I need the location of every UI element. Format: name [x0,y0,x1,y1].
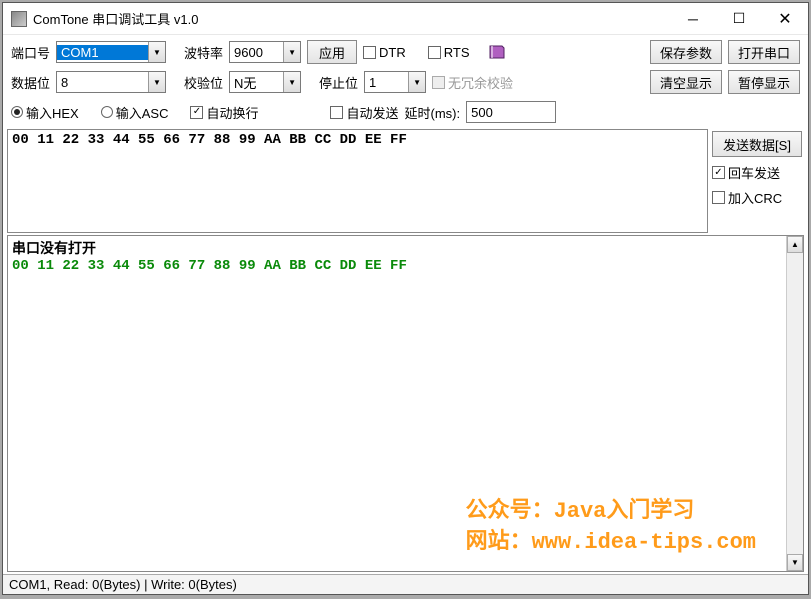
baud-value: 9600 [230,45,283,60]
add-crc-label: 加入CRC [728,188,782,207]
auto-wrap-check[interactable]: ✓ 自动换行 [190,103,258,122]
chevron-down-icon[interactable]: ▼ [283,72,300,92]
delay-input[interactable] [466,101,556,123]
rts-check[interactable]: RTS [428,45,470,60]
recv-status-line: 串口没有打开 [12,238,782,258]
save-params-button[interactable]: 保存参数 [650,40,722,64]
close-button[interactable]: ✕ [762,3,808,34]
send-data-button[interactable]: 发送数据[S] [712,131,802,157]
watermark: 公众号：Java入门学习 网站：www.idea-tips.com [466,497,756,559]
no-redundant-check: 无冗余校验 [432,73,513,92]
send-side: 发送数据[S] ✓ 回车发送 加入CRC [712,129,804,233]
window-title: ComTone 串口调试工具 v1.0 [33,9,670,28]
port-value: COM1 [57,45,148,60]
rts-label: RTS [444,45,470,60]
app-icon [11,11,27,27]
port-combo[interactable]: COM1 ▼ [56,41,166,63]
help-icon[interactable] [488,43,508,61]
recv-data-line: 00 11 22 33 44 55 66 77 88 99 AA BB CC D… [12,258,782,274]
port-label: 端口号 [11,43,50,62]
parity-value: N无 [230,73,283,92]
app-window: ComTone 串口调试工具 v1.0 ─ ☐ ✕ 端口号 COM1 ▼ 波特率… [2,2,809,595]
config-row-2: 数据位 8 ▼ 校验位 N无 ▼ 停止位 1 ▼ 无冗余校验 清空显示 [11,69,800,95]
stopbits-value: 1 [365,75,408,90]
maximize-button[interactable]: ☐ [716,3,762,34]
checkbox-icon [330,106,343,119]
chevron-down-icon[interactable]: ▼ [283,42,300,62]
enter-send-label: 回车发送 [728,163,780,182]
baud-combo[interactable]: 9600 ▼ [229,41,301,63]
recv-textarea[interactable]: 串口没有打开 00 11 22 33 44 55 66 77 88 99 AA … [8,236,786,571]
no-redundant-label: 无冗余校验 [448,73,513,92]
minimize-button[interactable]: ─ [670,3,716,34]
checkbox-icon [432,76,445,89]
open-port-button[interactable]: 打开串口 [728,40,800,64]
scroll-down-icon[interactable]: ▼ [787,554,803,571]
dtr-check[interactable]: DTR [363,45,406,60]
radio-icon [101,106,113,118]
input-asc-radio[interactable]: 输入ASC [101,103,169,122]
checkbox-icon [712,191,725,204]
status-text: COM1, Read: 0(Bytes) | Write: 0(Bytes) [9,577,237,592]
scrollbar[interactable]: ▲ ▼ [786,236,803,571]
add-crc-check[interactable]: 加入CRC [712,188,804,207]
clear-display-button[interactable]: 清空显示 [650,70,722,94]
checkbox-icon: ✓ [190,106,203,119]
chevron-down-icon[interactable]: ▼ [408,72,425,92]
recv-panel: 串口没有打开 00 11 22 33 44 55 66 77 88 99 AA … [7,235,804,572]
window-controls: ─ ☐ ✕ [670,3,808,34]
chevron-down-icon[interactable]: ▼ [148,42,165,62]
enter-send-check[interactable]: ✓ 回车发送 [712,163,804,182]
dtr-label: DTR [379,45,406,60]
pause-display-button[interactable]: 暂停显示 [728,70,800,94]
auto-send-label: 自动发送 [346,103,398,122]
config-row-3: 输入HEX 输入ASC ✓ 自动换行 自动发送 延时(ms): [11,99,800,125]
panels: 00 11 22 33 44 55 66 77 88 99 AA BB CC D… [3,129,808,574]
checkbox-icon [428,46,441,59]
parity-label: 校验位 [184,73,223,92]
toolbar: 端口号 COM1 ▼ 波特率 9600 ▼ 应用 DTR RTS [3,35,808,129]
titlebar: ComTone 串口调试工具 v1.0 ─ ☐ ✕ [3,3,808,35]
input-asc-label: 输入ASC [116,103,169,122]
databits-value: 8 [57,75,148,90]
auto-wrap-label: 自动换行 [206,103,258,122]
baud-label: 波特率 [184,43,223,62]
checkbox-icon [363,46,376,59]
auto-send-check[interactable]: 自动发送 [330,103,398,122]
parity-combo[interactable]: N无 ▼ [229,71,301,93]
statusbar: COM1, Read: 0(Bytes) | Write: 0(Bytes) [3,574,808,594]
checkbox-icon: ✓ [712,166,725,179]
send-textarea[interactable]: 00 11 22 33 44 55 66 77 88 99 AA BB CC D… [7,129,708,233]
send-panel: 00 11 22 33 44 55 66 77 88 99 AA BB CC D… [7,129,804,233]
input-hex-radio[interactable]: 输入HEX [11,103,79,122]
delay-label: 延时(ms): [405,103,461,122]
databits-combo[interactable]: 8 ▼ [56,71,166,93]
scroll-up-icon[interactable]: ▲ [787,236,803,253]
stopbits-combo[interactable]: 1 ▼ [364,71,426,93]
radio-icon [11,106,23,118]
watermark-line1: 公众号：Java入门学习 [466,497,756,528]
databits-label: 数据位 [11,73,50,92]
config-row-1: 端口号 COM1 ▼ 波特率 9600 ▼ 应用 DTR RTS [11,39,800,65]
input-hex-label: 输入HEX [26,103,79,122]
chevron-down-icon[interactable]: ▼ [148,72,165,92]
apply-button[interactable]: 应用 [307,40,357,64]
stopbits-label: 停止位 [319,73,358,92]
watermark-line2: 网站：www.idea-tips.com [466,528,756,559]
